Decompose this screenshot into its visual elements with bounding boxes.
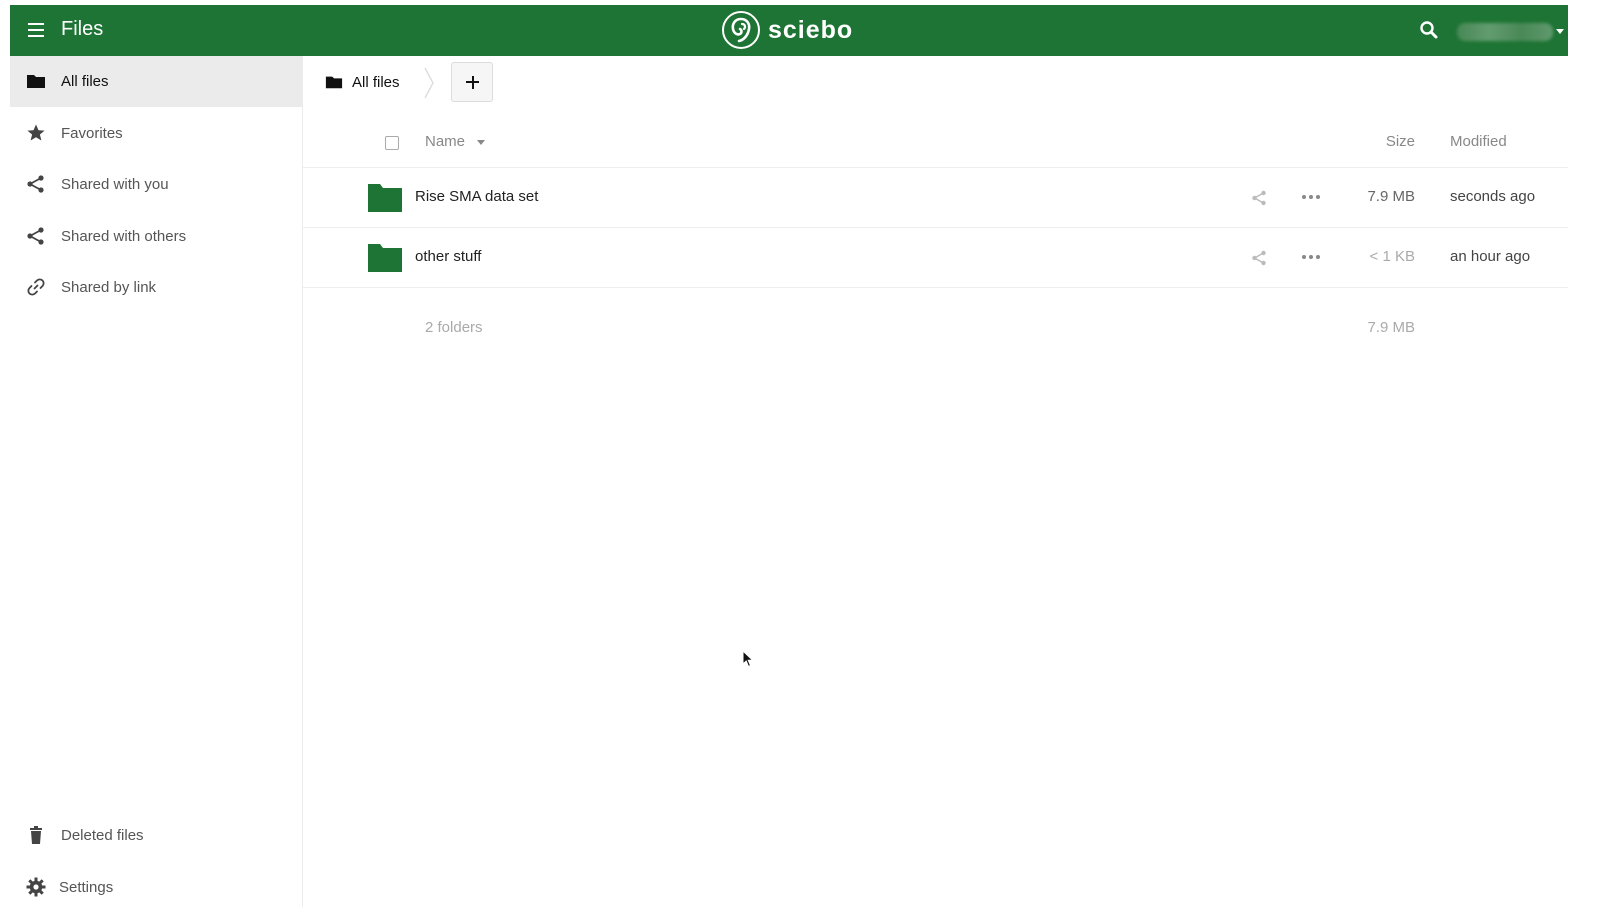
link-icon [27,278,45,296]
sidebar-item-label: Shared by link [61,279,157,296]
search-icon[interactable] [1418,19,1440,41]
sidebar-item-label: Shared with others [61,228,187,245]
more-options-icon[interactable] [1301,251,1321,261]
sciebo-logo[interactable]: sciebo [722,10,853,50]
sidebar-item-label: Deleted files [61,827,144,844]
sidebar-item-label: Favorites [61,125,123,142]
share-icon[interactable] [1251,190,1267,206]
app-title: Files [61,18,104,40]
sidebar-item-shared-with-you[interactable]: Shared with you [10,159,302,210]
gear-icon [26,877,46,897]
sidebar-item-deleted-files[interactable]: Deleted files [10,810,302,861]
folder-count-summary: 2 folders [425,319,483,336]
table-row[interactable]: other stuff < 1 KB an hour ago [303,228,1568,288]
star-icon [27,124,45,141]
table-header: Name Size Modified [303,117,1568,168]
more-options-icon[interactable] [1301,191,1321,201]
chevron-down-icon [1556,29,1564,34]
breadcrumb-separator-icon [424,67,434,99]
column-modified-sort[interactable]: Modified [1450,133,1507,150]
sidebar-item-shared-with-others[interactable]: Shared with others [10,211,302,262]
breadcrumb[interactable]: All files [325,71,400,93]
sidebar-item-all-files[interactable]: All files [10,56,302,107]
new-file-button[interactable] [451,62,493,102]
settings-button[interactable]: Settings [10,862,302,907]
brand-name: sciebo [768,15,854,44]
app-window: Files sciebo All files Favorites Shared … [10,5,1568,907]
top-header: Files sciebo [10,5,1568,56]
folder-icon [27,75,45,88]
file-size: 7.9 MB [1367,188,1415,205]
file-name[interactable]: other stuff [415,248,481,265]
file-list-area: All files Name Size Modified Rise SMA da… [303,56,1568,907]
column-name-sort[interactable]: Name [425,133,465,150]
sidebar-item-label: All files [61,73,109,90]
mouse-cursor-icon [742,650,754,668]
sidebar-item-label: Shared with you [61,176,169,193]
folder-icon [325,76,343,89]
file-size: < 1 KB [1369,248,1415,265]
breadcrumb-label: All files [352,73,400,91]
file-name[interactable]: Rise SMA data set [415,188,538,205]
column-size-sort[interactable]: Size [1386,133,1415,150]
folder-icon[interactable] [368,184,402,212]
avatar [1457,23,1553,41]
sort-caret-icon [477,140,485,145]
sciebo-logo-icon [722,11,760,49]
total-size-summary: 7.9 MB [1367,319,1415,336]
table-row[interactable]: Rise SMA data set 7.9 MB seconds ago [303,168,1568,228]
folder-icon[interactable] [368,244,402,272]
select-all-checkbox[interactable] [385,136,399,150]
trash-icon [30,826,42,844]
file-modified: seconds ago [1450,188,1536,205]
sidebar-item-shared-by-link[interactable]: Shared by link [10,262,302,313]
hamburger-menu-icon[interactable] [26,20,46,40]
sidebar-item-label: Settings [59,879,114,896]
sidebar: All files Favorites Shared with you Shar… [10,56,303,907]
user-menu[interactable] [1457,23,1564,41]
share-icon [27,227,44,245]
sidebar-item-favorites[interactable]: Favorites [10,108,302,159]
file-modified: an hour ago [1450,248,1531,265]
share-icon [27,175,44,193]
share-icon[interactable] [1251,250,1267,266]
